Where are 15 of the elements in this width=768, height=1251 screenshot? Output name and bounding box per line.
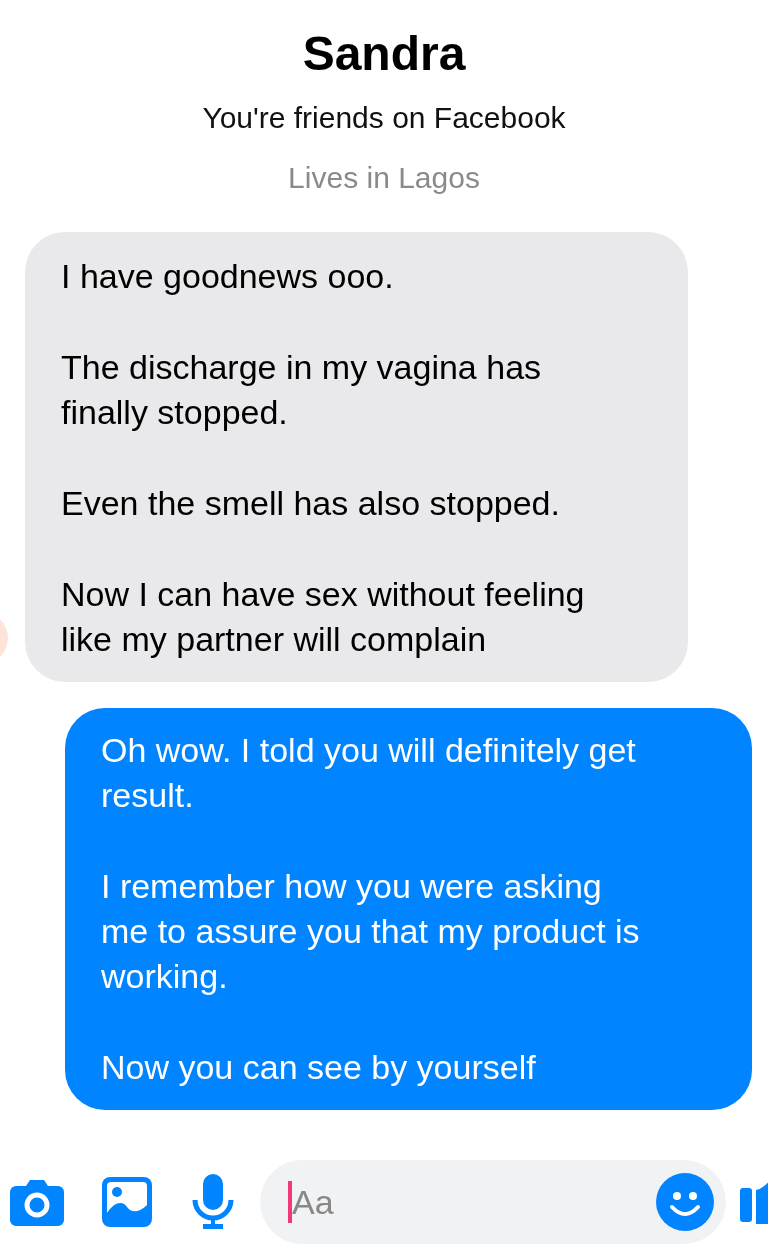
microphone-icon[interactable] xyxy=(192,1174,234,1230)
friendship-status: You're friends on Facebook xyxy=(202,100,566,136)
image-icon[interactable] xyxy=(102,1177,152,1227)
message-text: Now you can see by yourself xyxy=(101,1047,537,1088)
camera-icon[interactable] xyxy=(10,1178,64,1226)
message-text: Oh wow. I told you will definitely get result. xyxy=(101,730,637,816)
emoji-icon[interactable] xyxy=(656,1173,714,1231)
message-text: Now I can have sex without feeling like my partner will complain xyxy=(61,574,586,660)
message-text: I remember how you were asking me to assure you that my product is working. xyxy=(101,866,640,997)
contact-name: Sandra xyxy=(302,26,466,82)
message-input[interactable]: Aa xyxy=(260,1160,726,1244)
message-text: I have goodnews ooo. xyxy=(61,256,395,297)
message-text: Even the smell has also stopped. xyxy=(61,483,561,524)
message-text: The discharge in my vagina has finally stopped. xyxy=(61,347,543,433)
location-text: Lives in Lagos xyxy=(288,160,480,196)
